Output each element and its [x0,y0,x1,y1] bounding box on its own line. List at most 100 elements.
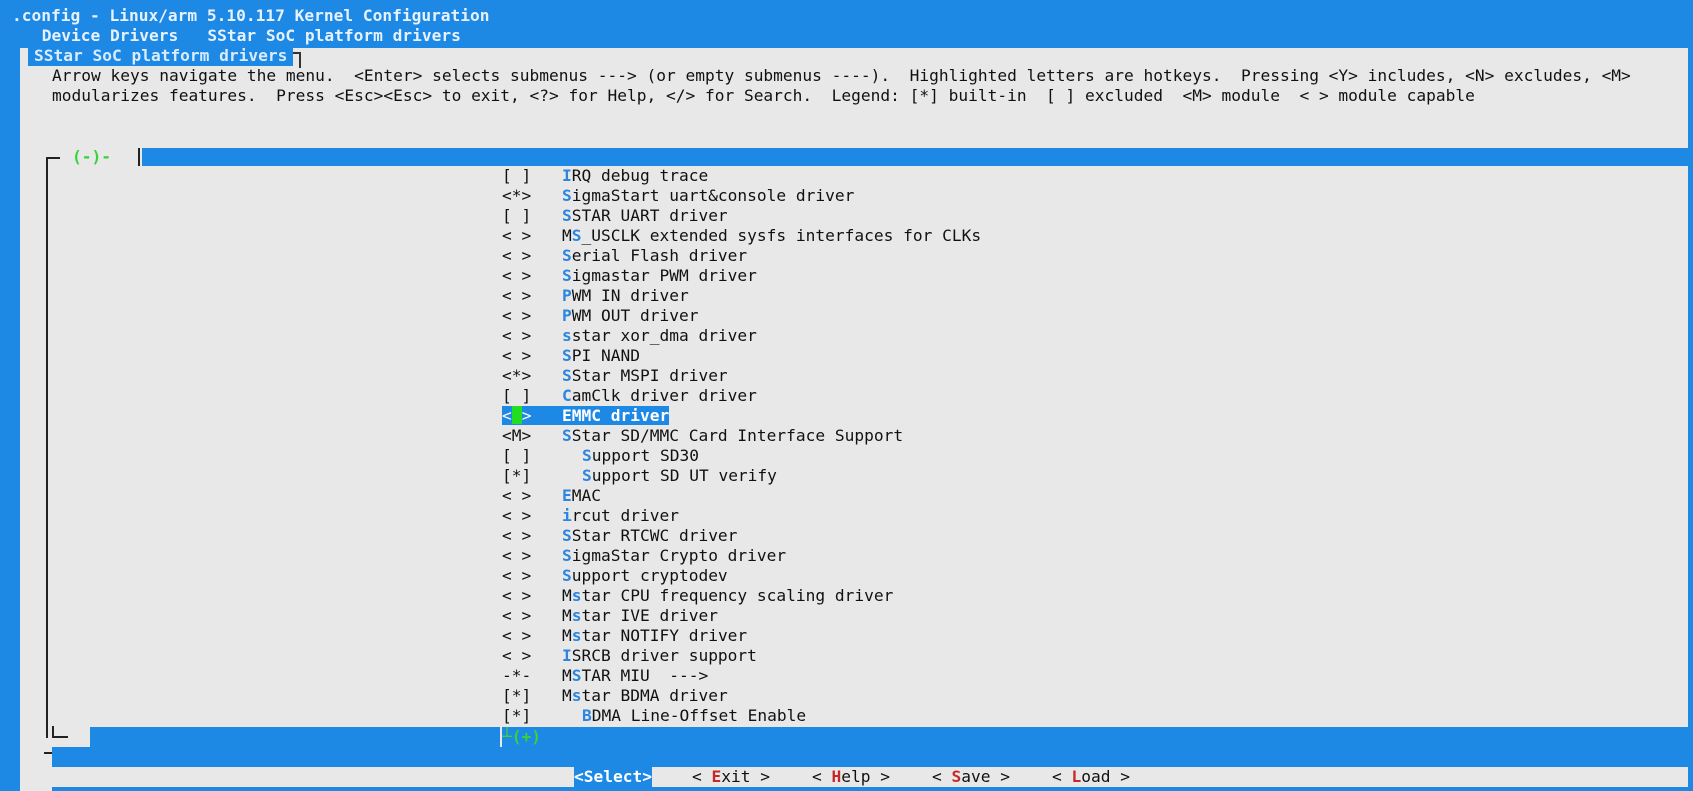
menu-item-state[interactable]: < > [502,526,562,545]
menu-item[interactable]: -*- MSTAR MIU ---> [502,666,708,686]
exit-button-hotkey: E [711,767,722,786]
menu-item-state[interactable]: < > [502,486,562,505]
menu-item-mark: [ ] [502,386,532,405]
menu-item-hotkey: s [571,586,582,605]
help-button-left: < [812,767,832,786]
save-button[interactable]: < Save > [932,767,1010,787]
list-bottom-bar-right [541,727,1693,747]
menu-item-state[interactable]: < > [502,226,562,245]
scroll-up-indicator[interactable]: (-)- [72,147,111,167]
menu-item-state[interactable]: < > [502,586,562,605]
menu-item[interactable]: < > ircut driver [502,506,679,526]
menu-item-state[interactable]: < > [502,606,562,625]
menu-item[interactable]: [ ] Support SD30 [502,446,699,466]
menu-item-hotkey: B [582,706,592,725]
menu-item[interactable]: < > EMMC driver [502,406,670,426]
menu-item[interactable]: [*] BDMA Line-Offset Enable [502,706,806,726]
menu-item-state[interactable]: [ ] [502,206,562,225]
menu-item-label-rest: PI NAND [571,346,640,365]
menu-item-state[interactable]: [ ] [502,446,562,465]
menu-item[interactable]: < > EMAC [502,486,601,506]
menu-item-hotkey: S [562,546,572,565]
menu-item-state[interactable]: <M> [502,426,562,445]
menu-item[interactable]: < > Mstar NOTIFY driver [502,626,747,646]
menu-item-state[interactable]: < > [502,566,562,585]
menu-item[interactable]: [*] Support SD UT verify [502,466,777,486]
menu-item[interactable]: < > SigmaStar Crypto driver [502,546,786,566]
menu-item-hotkey: S [582,446,592,465]
menu-item-label: PWM IN driver [562,286,689,305]
menu-item-label-prefix: M [562,666,572,685]
menu-item[interactable]: < > Support cryptodev [502,566,728,586]
select-button[interactable]: <Select> [574,767,652,787]
menu-item-label: Sigmastar PWM driver [562,266,757,285]
menu-item-state[interactable]: [ ] [502,386,562,405]
menu-item-state[interactable]: [*] [502,706,562,725]
load-button[interactable]: < Load > [1052,767,1130,787]
menu-item-state[interactable]: < > [502,346,562,365]
menu-item[interactable]: < > MS_USCLK extended sysfs interfaces fo… [502,226,981,246]
menu-item-mark: -*- [502,666,532,685]
menu-item[interactable]: < > Serial Flash driver [502,246,747,266]
menu-item-state[interactable]: < > [502,546,562,565]
menu-item-label-rest: STAR UART driver [571,206,728,225]
exit-button[interactable]: < Exit > [692,767,770,787]
menu-item[interactable]: <*> SigmaStart uart&console driver [502,186,854,206]
menu-item-hotkey: S [571,226,582,245]
menu-item-state[interactable]: [*] [502,686,562,705]
menu-item-label-rest: amClk driver driver [571,386,757,405]
menu-item-label-rest: tar NOTIFY driver [581,626,748,645]
menu-item-label-rest: star xor_dma driver [571,326,757,345]
scroll-down-indicator[interactable]: ┴(+) [502,727,542,747]
menu-item-state[interactable]: < > [502,286,562,305]
menu-item-state[interactable]: <*> [502,186,562,205]
menu-item-mark: < > [502,406,532,425]
menu-item-state[interactable]: < > [502,506,562,525]
menu-item-label-rest: WM OUT driver [571,306,699,325]
menu-item[interactable]: < > Sigmastar PWM driver [502,266,757,286]
menu-item[interactable]: < > sstar xor_dma driver [502,326,757,346]
menu-item-state[interactable]: [ ] [502,166,562,185]
menu-item-state[interactable]: < > [502,266,562,285]
menu-item[interactable]: < > Mstar CPU frequency scaling driver [502,586,893,606]
menu-item-state[interactable]: -*- [502,666,562,685]
menu-item-state[interactable]: < > [502,306,562,325]
menu-item-hotkey: S [562,266,572,285]
menu-item-hotkey: S [562,346,572,365]
menu-item[interactable]: < > PWM IN driver [502,286,689,306]
load-button-left: < [1052,767,1072,786]
menu-item-label-rest: Star RTCWC driver [571,526,738,545]
menu-item-state[interactable]: < > [502,406,562,425]
menu-item[interactable]: < > SStar RTCWC driver [502,526,737,546]
menu-item-state[interactable]: < > [502,626,562,645]
menu-item-label-prefix: M [562,226,572,245]
menu-item[interactable]: <*> SStar MSPI driver [502,366,728,386]
menu-item-state[interactable]: <*> [502,366,562,385]
menu-item[interactable]: <M> SStar SD/MMC Card Interface Support [502,426,903,446]
menu-item-state[interactable]: < > [502,246,562,265]
menu-item-mark: < > [502,606,532,625]
menu-item-hotkey: S [582,466,592,485]
terminal-cursor [511,406,522,424]
menu-item[interactable]: < > SPI NAND [502,346,640,366]
menu-item-mark: [*] [502,466,532,485]
menu-item[interactable]: [ ] CamClk driver driver [502,386,757,406]
menu-item-label-rest: MAC [571,486,601,505]
bottom-strip [52,787,1693,791]
menu-item[interactable]: < > Mstar IVE driver [502,606,718,626]
load-button-label: oad > [1081,767,1130,786]
menu-item-label: SPI NAND [562,346,640,365]
menu-item-state[interactable]: < > [502,646,562,665]
menu-item[interactable]: [ ] IRQ debug trace [502,166,708,186]
menu-item-hotkey: i [562,506,572,525]
help-button[interactable]: < Help > [812,767,890,787]
menu-item-mark: < > [502,646,532,665]
menu-item[interactable]: < > PWM OUT driver [502,306,698,326]
menu-item[interactable]: [*] Mstar BDMA driver [502,686,728,706]
menu-item[interactable]: < > ISRCB driver support [502,646,757,666]
menu-item-state[interactable]: < > [502,326,562,345]
menu-item[interactable]: [ ] SSTAR UART driver [502,206,728,226]
menu-item-state[interactable]: [*] [502,466,562,485]
menu-item-mark: < > [502,586,532,605]
menu-item-mark: < > [502,286,532,305]
